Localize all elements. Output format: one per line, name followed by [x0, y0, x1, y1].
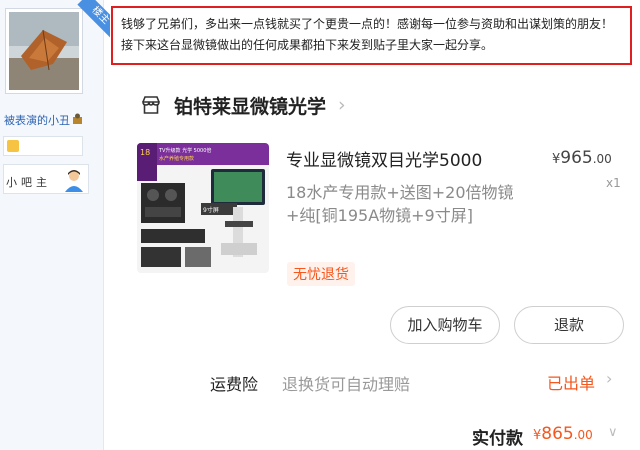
username-link[interactable]: 被表演的小丑 [4, 112, 70, 128]
thumbnail-banner: TV升级款 光学 5000倍 [158, 147, 211, 154]
refund-button[interactable]: 退款 [514, 306, 624, 344]
bar-owner-avatar-icon [65, 170, 83, 192]
price-integer: 965 [560, 148, 593, 168]
post-content-box: 钱够了兄弟们，多出来一点钱就买了个更贵一点的！感谢每一位参与资助和出谋划策的朋友… [111, 6, 632, 65]
paid-decimal: .00 [573, 428, 593, 442]
product-thumbnail[interactable]: 18 TV升级款 光学 5000倍 水产养殖专用款 9寸屏 [137, 143, 269, 273]
return-guarantee-tag: 无忧退货 [287, 262, 355, 286]
shop-name[interactable]: 铂特莱显微镜光学 [174, 92, 326, 119]
user-badge-icon [73, 113, 82, 124]
post-text: 钱够了兄弟们，多出来一点钱就买了个更贵一点的！感谢每一位参与资助和出谋划策的朋友… [121, 17, 614, 52]
bar-owner-label: 小吧主 [6, 176, 51, 189]
user-sidebar: 楼主 被表演的小丑 小吧主 [0, 0, 110, 450]
level-badge-icon [7, 140, 19, 152]
chevron-right-icon: › [338, 94, 346, 116]
chevron-down-icon[interactable]: ∨ [608, 425, 618, 440]
product-title[interactable]: 专业显微镜双目光学5000 [286, 146, 482, 171]
price-decimal: .00 [592, 152, 612, 166]
shipping-insurance-desc: 退换货可自动理赔 [282, 375, 411, 394]
thumbnail-zoom-tag: 9寸屏 [203, 206, 219, 214]
thumbnail-badge: 18 [140, 148, 150, 157]
shop-header[interactable]: 铂特莱显微镜光学 › [140, 90, 346, 120]
product-quantity: x1 [606, 176, 621, 190]
paid-integer: 865 [541, 424, 574, 444]
thread-owner-label: 楼主 [77, 0, 110, 39]
shipping-insurance-status[interactable]: 已出单 [547, 370, 595, 394]
paid-amount-label: 实付款 [472, 429, 523, 449]
product-spec: 18水产专用款+送图+20倍物镜+纯[铜195A物镜+9寸屏] [286, 183, 514, 225]
add-to-cart-button[interactable]: 加入购物车 [390, 306, 500, 344]
thread-owner-ribbon: 楼主 [70, 0, 110, 40]
product-price: ¥965.00 [552, 148, 612, 168]
avatar-image [9, 12, 79, 90]
thumbnail-badge-sub: 水产养殖专用款 [159, 155, 194, 162]
store-icon [142, 96, 160, 114]
chevron-right-icon[interactable]: › [606, 369, 612, 388]
level-badge [3, 136, 83, 156]
paid-amount: ¥865.00 [533, 424, 593, 444]
shipping-insurance-label: 运费险 [210, 375, 259, 394]
bar-owner-card: 小吧主 [3, 164, 89, 194]
